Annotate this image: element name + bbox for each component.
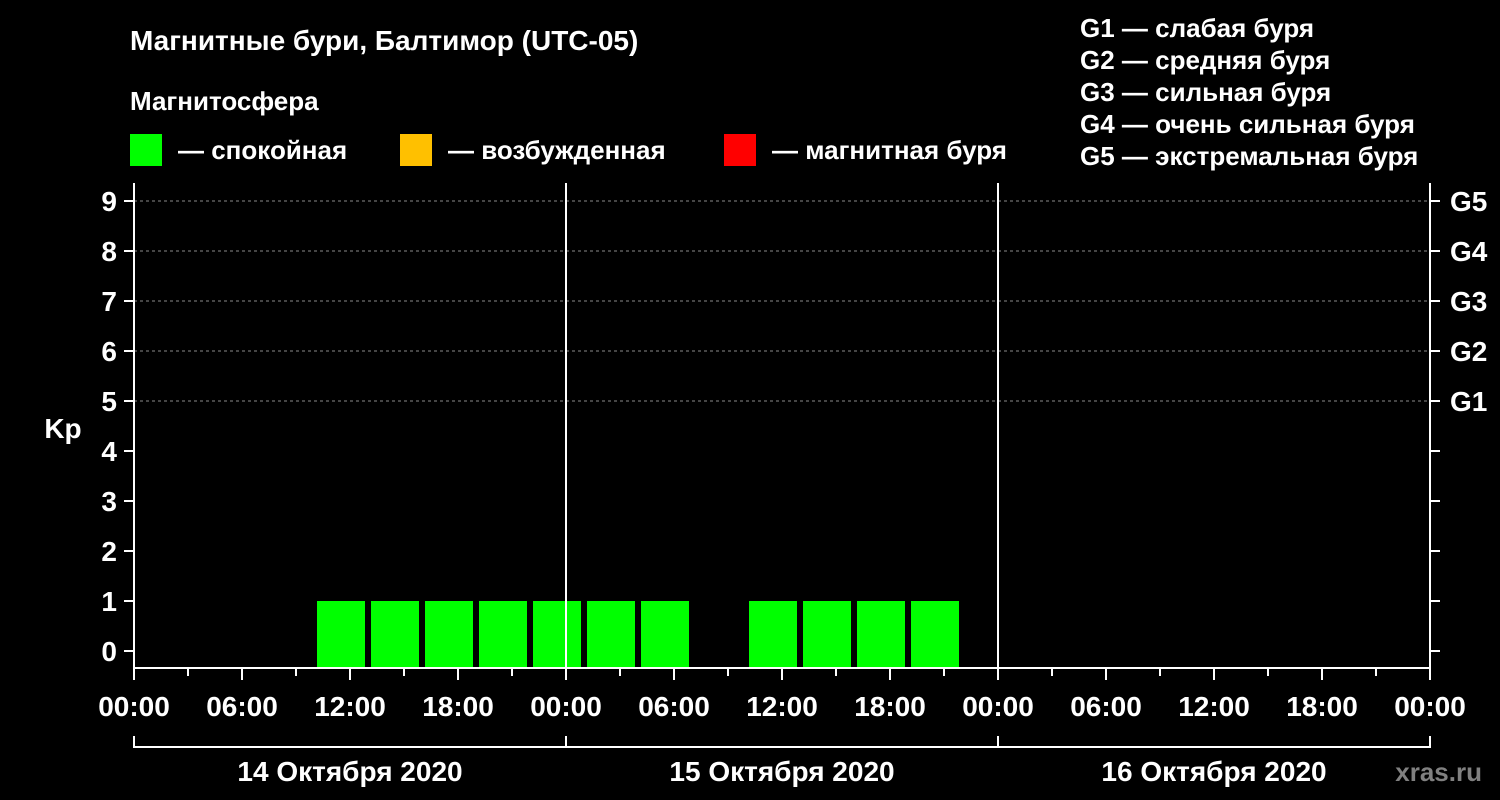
kp-bar [803, 601, 851, 668]
g-scale-item: G5 — экстремальная буря [1080, 141, 1418, 171]
y-tick-label: 5 [101, 386, 117, 417]
x-tick-label: 06:00 [638, 691, 710, 722]
date-label: 14 Октября 2020 [237, 756, 462, 787]
g-level-label: G5 [1450, 186, 1487, 217]
kp-bar [425, 601, 473, 668]
x-tick-label: 06:00 [206, 691, 278, 722]
kp-forecast-chart: Магнитные бури, Балтимор (UTC-05) Магнит… [0, 0, 1500, 800]
x-tick-label: 12:00 [1178, 691, 1250, 722]
legend: — спокойная — возбужденная — магнитная б… [130, 134, 1007, 166]
legend-swatch-calm [130, 134, 162, 166]
date-label: 16 Октября 2020 [1101, 756, 1326, 787]
y-tick-label: 3 [101, 486, 117, 517]
legend-label-calm: — спокойная [178, 135, 347, 165]
x-tick-label: 18:00 [1286, 691, 1358, 722]
x-tick-label: 12:00 [314, 691, 386, 722]
y-tick-label: 1 [101, 586, 117, 617]
date-label: 15 Октября 2020 [669, 756, 894, 787]
g-scale-item: G2 — средняя буря [1080, 45, 1330, 75]
x-tick-label: 00:00 [530, 691, 602, 722]
kp-bar [857, 601, 905, 668]
x-tick-label: 00:00 [962, 691, 1034, 722]
g-level-label: G4 [1450, 236, 1488, 267]
x-tick-label: 06:00 [1070, 691, 1142, 722]
kp-bar [749, 601, 797, 668]
g-level-label: G1 [1450, 386, 1487, 417]
watermark: xras.ru [1395, 757, 1482, 787]
legend-swatch-storm [724, 134, 756, 166]
y-tick-label: 9 [101, 186, 117, 217]
y-axis-label: Kp [44, 413, 81, 444]
legend-label-storm: — магнитная буря [772, 135, 1007, 165]
legend-title: Магнитосфера [130, 86, 319, 116]
legend-label-excited: — возбужденная [448, 135, 666, 165]
kp-bar [371, 601, 419, 668]
kp-bar [911, 601, 959, 668]
y-tick-label: 2 [101, 536, 117, 567]
g-scale-item: G3 — сильная буря [1080, 77, 1331, 107]
kp-bar [479, 601, 527, 668]
g-level-label: G2 [1450, 336, 1487, 367]
kp-bar [533, 601, 581, 668]
x-tick-label: 18:00 [422, 691, 494, 722]
y-tick-label: 6 [101, 336, 117, 367]
g-level-label: G3 [1450, 286, 1487, 317]
y-tick-label: 7 [101, 286, 117, 317]
kp-bar [641, 601, 689, 668]
x-tick-label: 00:00 [98, 691, 170, 722]
chart-title: Магнитные бури, Балтимор (UTC-05) [130, 25, 638, 56]
kp-bar [587, 601, 635, 668]
kp-bar [317, 601, 365, 668]
x-tick-label: 12:00 [746, 691, 818, 722]
y-tick-label: 4 [101, 436, 117, 467]
y-tick-label: 0 [101, 636, 117, 667]
y-tick-label: 8 [101, 236, 117, 267]
x-tick-label: 18:00 [854, 691, 926, 722]
x-tick-label: 00:00 [1394, 691, 1466, 722]
legend-swatch-excited [400, 134, 432, 166]
g-scale-item: G1 — слабая буря [1080, 13, 1314, 43]
g-scale-item: G4 — очень сильная буря [1080, 109, 1415, 139]
